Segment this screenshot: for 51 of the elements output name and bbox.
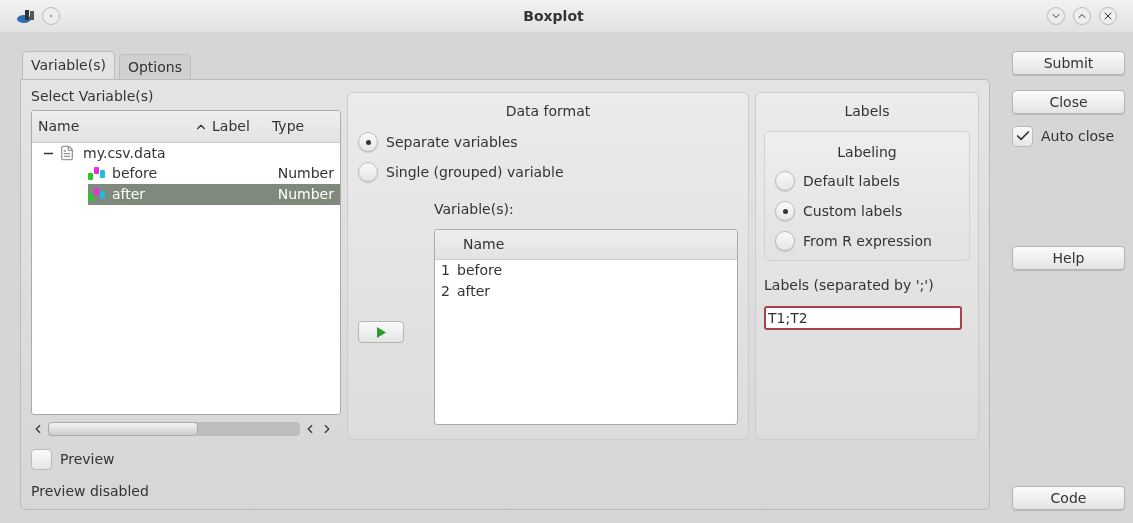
section-title: Select Variable(s) (31, 87, 155, 106)
group-title: Data format (504, 102, 592, 121)
submit-button[interactable]: Submit (1012, 51, 1125, 75)
tab[interactable]: Options (118, 54, 191, 79)
horizontal-scrollbar[interactable] (48, 422, 300, 436)
radio-label[interactable]: From R expression (803, 230, 932, 252)
tree-item[interactable]: before Number (88, 163, 340, 184)
column-header[interactable]: Type (268, 116, 305, 137)
list-item[interactable]: after (457, 281, 491, 302)
app-icon (16, 8, 36, 24)
labels-input-field[interactable]: T1;T2 (764, 306, 962, 330)
field-label: Variable(s): (434, 200, 515, 219)
radio-button[interactable] (775, 201, 795, 221)
column-header[interactable]: Name (38, 116, 208, 137)
numeric-type-icon (88, 167, 106, 180)
radio-button[interactable] (358, 162, 378, 182)
group-title: Labeling (836, 143, 898, 162)
tree-item[interactable]: after Number (88, 184, 340, 205)
radio-label[interactable]: Single (grouped) variable (386, 161, 564, 183)
file-icon (59, 145, 75, 161)
radio-button[interactable] (775, 231, 795, 251)
window-title: Boxplot (522, 6, 585, 26)
row-number: 1 (441, 261, 451, 280)
field-label: Labels (separated by ';') (764, 276, 935, 295)
radio-button[interactable] (358, 132, 378, 152)
play-icon (376, 326, 386, 338)
add-button[interactable] (358, 321, 404, 343)
row-number: 2 (441, 282, 451, 301)
help-button[interactable]: Help (1012, 246, 1125, 270)
tree-item[interactable]: my.csv.data (83, 142, 166, 164)
checkbox[interactable] (31, 448, 52, 470)
group-title: Labels (843, 102, 891, 121)
numeric-type-icon (88, 188, 106, 201)
list-item[interactable]: before (457, 260, 503, 281)
column-header[interactable]: Label (208, 116, 268, 137)
maximize-button[interactable] (1073, 7, 1091, 25)
close-dialog-button[interactable]: Close (1012, 90, 1125, 114)
radio-label[interactable]: Separate variables (386, 131, 518, 153)
checkbox-label[interactable]: Preview (60, 448, 115, 470)
checkbox-label[interactable]: Auto close (1041, 125, 1114, 147)
column-header[interactable]: Name (463, 234, 505, 255)
tab[interactable]: Variable(s) (22, 51, 115, 79)
close-icon (1102, 10, 1114, 22)
close-button[interactable] (1099, 7, 1117, 25)
radio-button[interactable] (775, 171, 795, 191)
radio-label[interactable]: Custom labels (803, 200, 903, 222)
radio-label[interactable]: Default labels (803, 170, 900, 192)
minimize-button[interactable] (1047, 7, 1065, 25)
status-text: Preview disabled (31, 482, 150, 501)
code-button[interactable]: Code (1012, 486, 1125, 510)
checkbox[interactable] (1012, 125, 1033, 147)
